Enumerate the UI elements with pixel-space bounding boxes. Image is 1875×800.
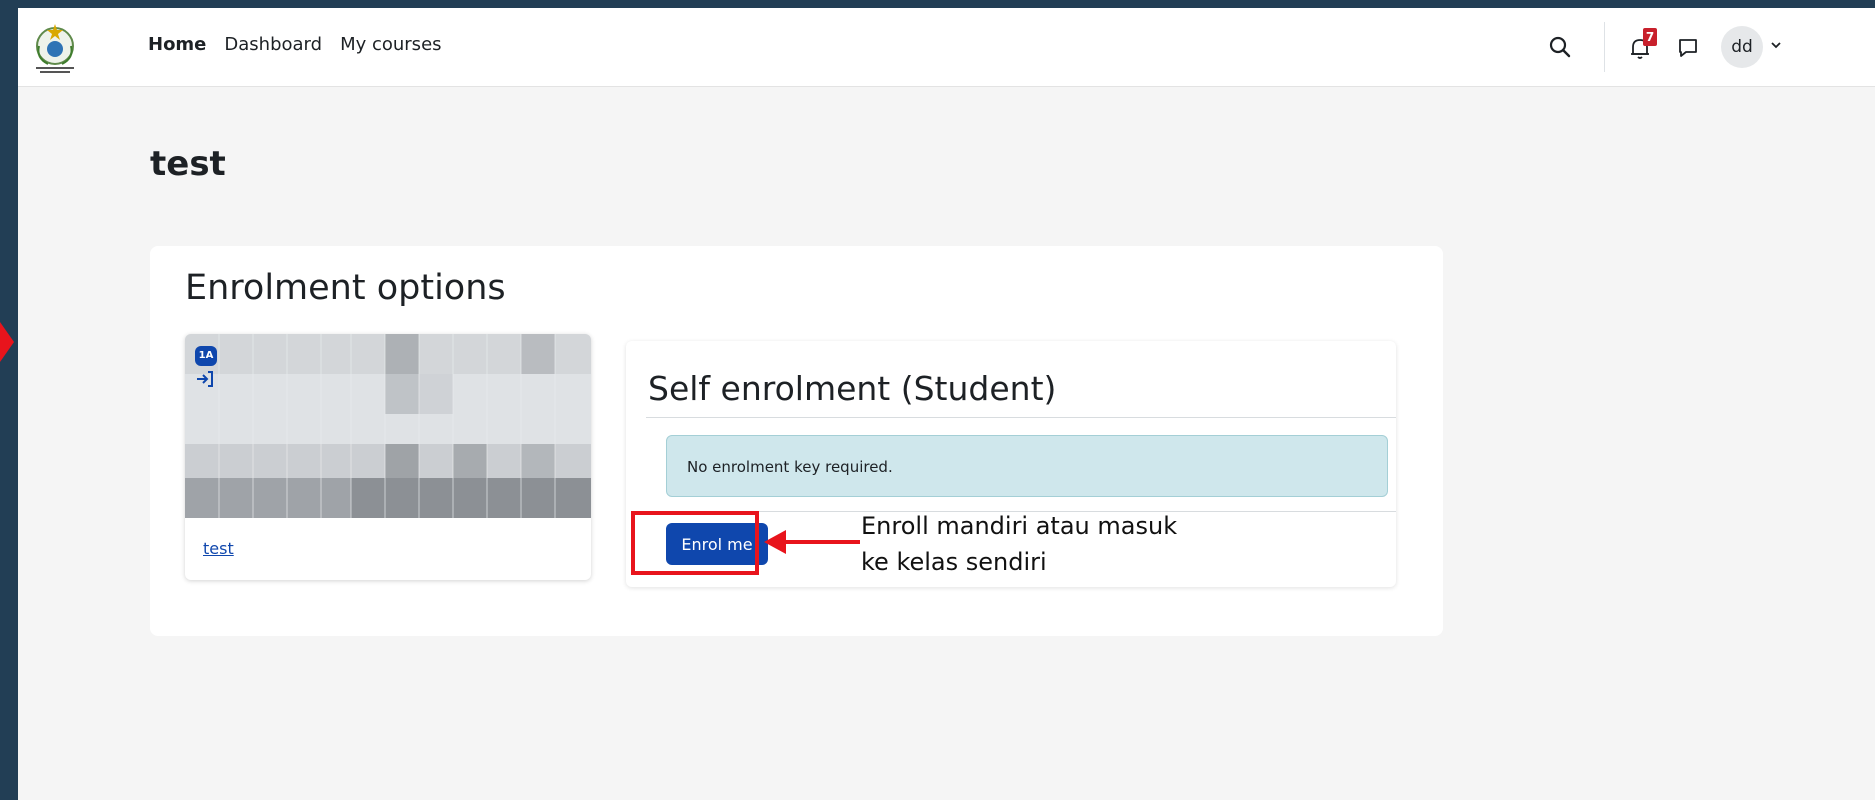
annotation-line-2: ke kelas sendiri [861, 548, 1047, 576]
site-logo-icon[interactable] [30, 22, 80, 74]
main-window: Home Dashboard My courses 7 dd test Enro… [18, 8, 1875, 800]
enrolment-key-notice: No enrolment key required. [666, 435, 1388, 497]
enrol-button-highlight [631, 511, 759, 575]
course-link[interactable]: test [203, 539, 234, 558]
annotation-line-1: Enroll mandiri atau masuk [861, 512, 1178, 540]
course-badge: 1A [195, 346, 217, 366]
course-image [185, 334, 591, 518]
page-title: test [150, 144, 226, 184]
chevron-down-icon[interactable] [1769, 38, 1783, 52]
notifications-button[interactable]: 7 [1623, 28, 1657, 64]
user-avatar[interactable]: dd [1721, 26, 1763, 68]
enrolment-card: Enrolment options 1A test Self enrolment… [150, 246, 1443, 636]
nav-home[interactable]: Home [148, 34, 206, 55]
top-navbar: Home Dashboard My courses 7 dd [18, 8, 1875, 87]
self-enrol-icon [197, 371, 213, 387]
notification-count-badge: 7 [1643, 28, 1657, 46]
panel-divider-top [646, 417, 1396, 418]
enrolment-heading: Enrolment options [185, 268, 506, 308]
course-summary-card: 1A test [185, 334, 591, 580]
annotation-text: Enroll mandiri atau masuk ke kelas sendi… [861, 508, 1177, 580]
navbar-divider [1604, 22, 1605, 72]
messages-icon[interactable] [1673, 32, 1703, 62]
nav-my-courses[interactable]: My courses [340, 34, 441, 55]
search-icon[interactable] [1545, 32, 1575, 62]
self-enrolment-title: Self enrolment (Student) [648, 369, 1057, 408]
nav-dashboard[interactable]: Dashboard [224, 34, 322, 55]
primary-nav: Home Dashboard My courses [148, 34, 442, 55]
left-red-marker [0, 322, 14, 362]
